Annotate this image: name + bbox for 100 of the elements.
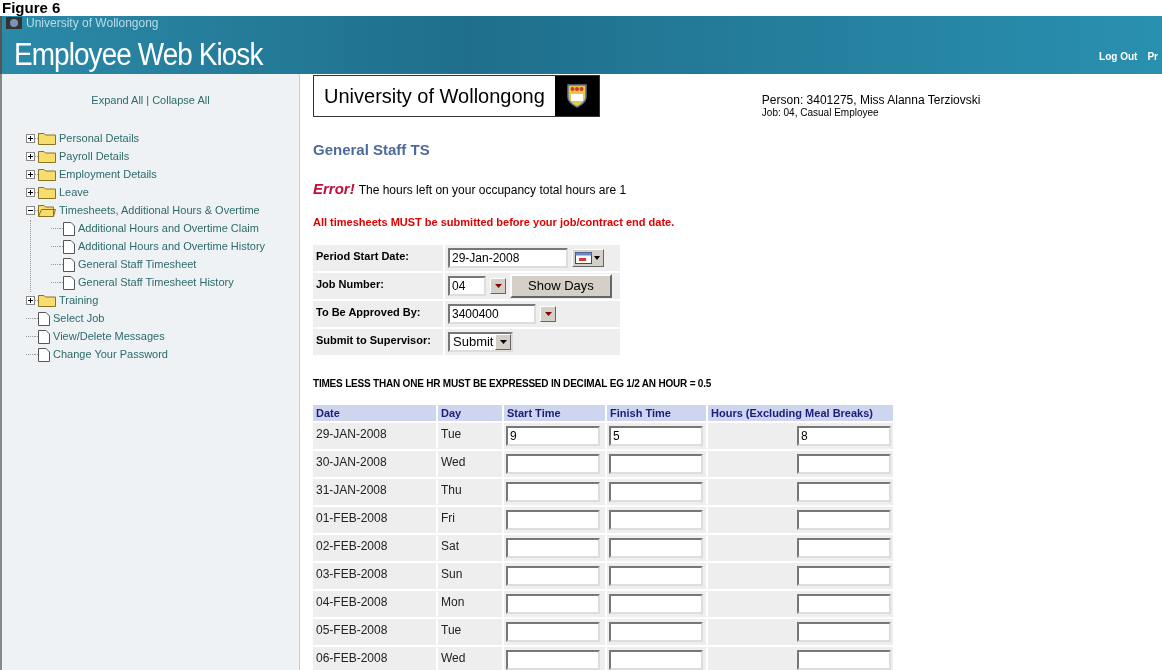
error-label: Error! xyxy=(313,178,355,199)
day-cell: Sat xyxy=(438,535,502,561)
text-field[interactable] xyxy=(609,650,703,670)
column-header: Start Time xyxy=(504,404,605,421)
page-icon xyxy=(63,239,75,254)
date-cell: 03-FEB-2008 xyxy=(313,563,436,589)
text-field[interactable] xyxy=(797,510,891,530)
date-cell: 30-JAN-2008 xyxy=(313,451,436,477)
tree-link[interactable]: Additional Hours and Overtime History xyxy=(78,238,266,255)
tree-link[interactable]: Timesheets, Additional Hours & Overtime xyxy=(59,202,260,219)
tree-link[interactable]: Payroll Details xyxy=(59,148,130,165)
separator: | xyxy=(146,93,150,108)
tree-link[interactable]: Personal Details xyxy=(59,130,140,147)
instruction-note: TIMES LESS THAN ONE HR MUST BE EXPRESSED IN DECIMAL EG 1/2 AN HOUR = 0.5 xyxy=(313,376,712,391)
expand-icon[interactable] xyxy=(26,188,35,197)
page-icon xyxy=(38,347,50,362)
date-cell: 31-JAN-2008 xyxy=(313,479,436,505)
folder-icon xyxy=(38,294,56,307)
expand-all-link[interactable]: Expand All xyxy=(91,92,144,109)
text-field[interactable]: 5 xyxy=(609,426,703,446)
person-info: Person: 3401275, Miss Alanna Terziovski xyxy=(761,93,981,107)
folder-icon xyxy=(38,186,56,199)
text-field[interactable] xyxy=(797,594,891,614)
text-field[interactable] xyxy=(797,566,891,586)
tree-link[interactable]: View/Delete Messages xyxy=(53,328,165,345)
day-cell: Tue xyxy=(438,423,502,449)
tree-link[interactable]: Change Your Password xyxy=(53,346,168,363)
warning-message: All timesheets MUST be submitted before your job/contract end date. xyxy=(313,215,676,230)
day-cell: Wed xyxy=(438,647,502,670)
dropdown-button[interactable] xyxy=(495,333,512,350)
calendar-button[interactable] xyxy=(572,248,604,267)
text-field[interactable] xyxy=(506,510,600,530)
text-field[interactable] xyxy=(609,622,703,642)
day-cell: Tue xyxy=(438,619,502,645)
show-days-button[interactable]: Show Days xyxy=(510,273,612,298)
tree-link[interactable]: Training xyxy=(59,292,99,309)
day-cell: Fri xyxy=(438,507,502,533)
date-cell: 29-JAN-2008 xyxy=(313,423,436,449)
job-info: Job: 04, Casual Employee xyxy=(761,107,880,119)
folder-icon xyxy=(38,132,56,145)
page-icon xyxy=(38,329,50,344)
tree-link[interactable]: Additional Hours and Overtime Claim xyxy=(78,220,259,237)
caret-icon xyxy=(544,311,552,316)
tree-link[interactable]: General Staff Timesheet History xyxy=(78,274,234,291)
text-field[interactable] xyxy=(506,454,600,474)
collapse-all-link[interactable]: Collapse All xyxy=(152,92,210,109)
text-field[interactable] xyxy=(797,650,891,670)
expand-icon[interactable] xyxy=(26,152,35,161)
text-field[interactable] xyxy=(609,482,703,502)
text-field[interactable]: 04 xyxy=(448,275,486,296)
tree-link[interactable]: Leave xyxy=(59,184,89,201)
header-link[interactable]: Pr xyxy=(1147,49,1158,64)
text-field[interactable] xyxy=(609,510,703,530)
text-field[interactable] xyxy=(797,454,891,474)
form-label: Submit to Supervisor: xyxy=(313,328,443,355)
page-icon xyxy=(63,257,75,272)
header-link[interactable]: Log Out xyxy=(1099,49,1138,64)
dropdown-button[interactable] xyxy=(540,305,556,322)
calendar-icon xyxy=(575,251,601,264)
text-field[interactable] xyxy=(506,566,600,586)
date-cell: 01-FEB-2008 xyxy=(313,507,436,533)
column-header: Hours (Excluding Meal Breaks) xyxy=(708,404,893,421)
form-label: Period Start Date: xyxy=(313,244,443,271)
text-field[interactable]: 3400400 xyxy=(448,303,536,324)
text-field[interactable] xyxy=(797,482,891,502)
expand-icon[interactable] xyxy=(26,134,35,143)
text-field[interactable] xyxy=(609,538,703,558)
date-cell: 04-FEB-2008 xyxy=(313,591,436,617)
select-field[interactable]: Submit xyxy=(448,331,514,352)
dropdown-button[interactable] xyxy=(490,277,506,294)
text-field[interactable] xyxy=(506,622,600,642)
date-cell: 05-FEB-2008 xyxy=(313,619,436,645)
open-folder-icon xyxy=(38,204,56,217)
caret-icon xyxy=(499,339,507,344)
expand-icon[interactable] xyxy=(26,170,35,179)
page-icon xyxy=(63,221,75,236)
text-field[interactable] xyxy=(506,538,600,558)
folder-icon xyxy=(38,150,56,163)
collapse-icon[interactable] xyxy=(26,206,35,215)
form-label: Job Number: xyxy=(313,272,443,299)
text-field[interactable]: 9 xyxy=(506,426,600,446)
text-field[interactable] xyxy=(506,594,600,614)
column-header: Date xyxy=(313,404,436,421)
page-icon xyxy=(63,275,75,290)
tree-link[interactable]: Employment Details xyxy=(59,166,157,183)
text-field[interactable]: 29-Jan-2008 xyxy=(448,247,568,268)
expand-icon[interactable] xyxy=(26,296,35,305)
text-field[interactable] xyxy=(609,566,703,586)
text-field[interactable] xyxy=(506,482,600,502)
text-field[interactable]: 8 xyxy=(797,426,891,446)
tree-link[interactable]: General Staff Timesheet xyxy=(78,256,197,273)
text-field[interactable] xyxy=(609,594,703,614)
text-field[interactable] xyxy=(609,454,703,474)
figure-caption: Figure 6 xyxy=(2,0,61,16)
text-field[interactable] xyxy=(797,622,891,642)
text-field[interactable] xyxy=(506,650,600,670)
date-cell: 06-FEB-2008 xyxy=(313,647,436,670)
text-field[interactable] xyxy=(797,538,891,558)
tree-link[interactable]: Select Job xyxy=(53,310,105,327)
day-cell: Sun xyxy=(438,563,502,589)
